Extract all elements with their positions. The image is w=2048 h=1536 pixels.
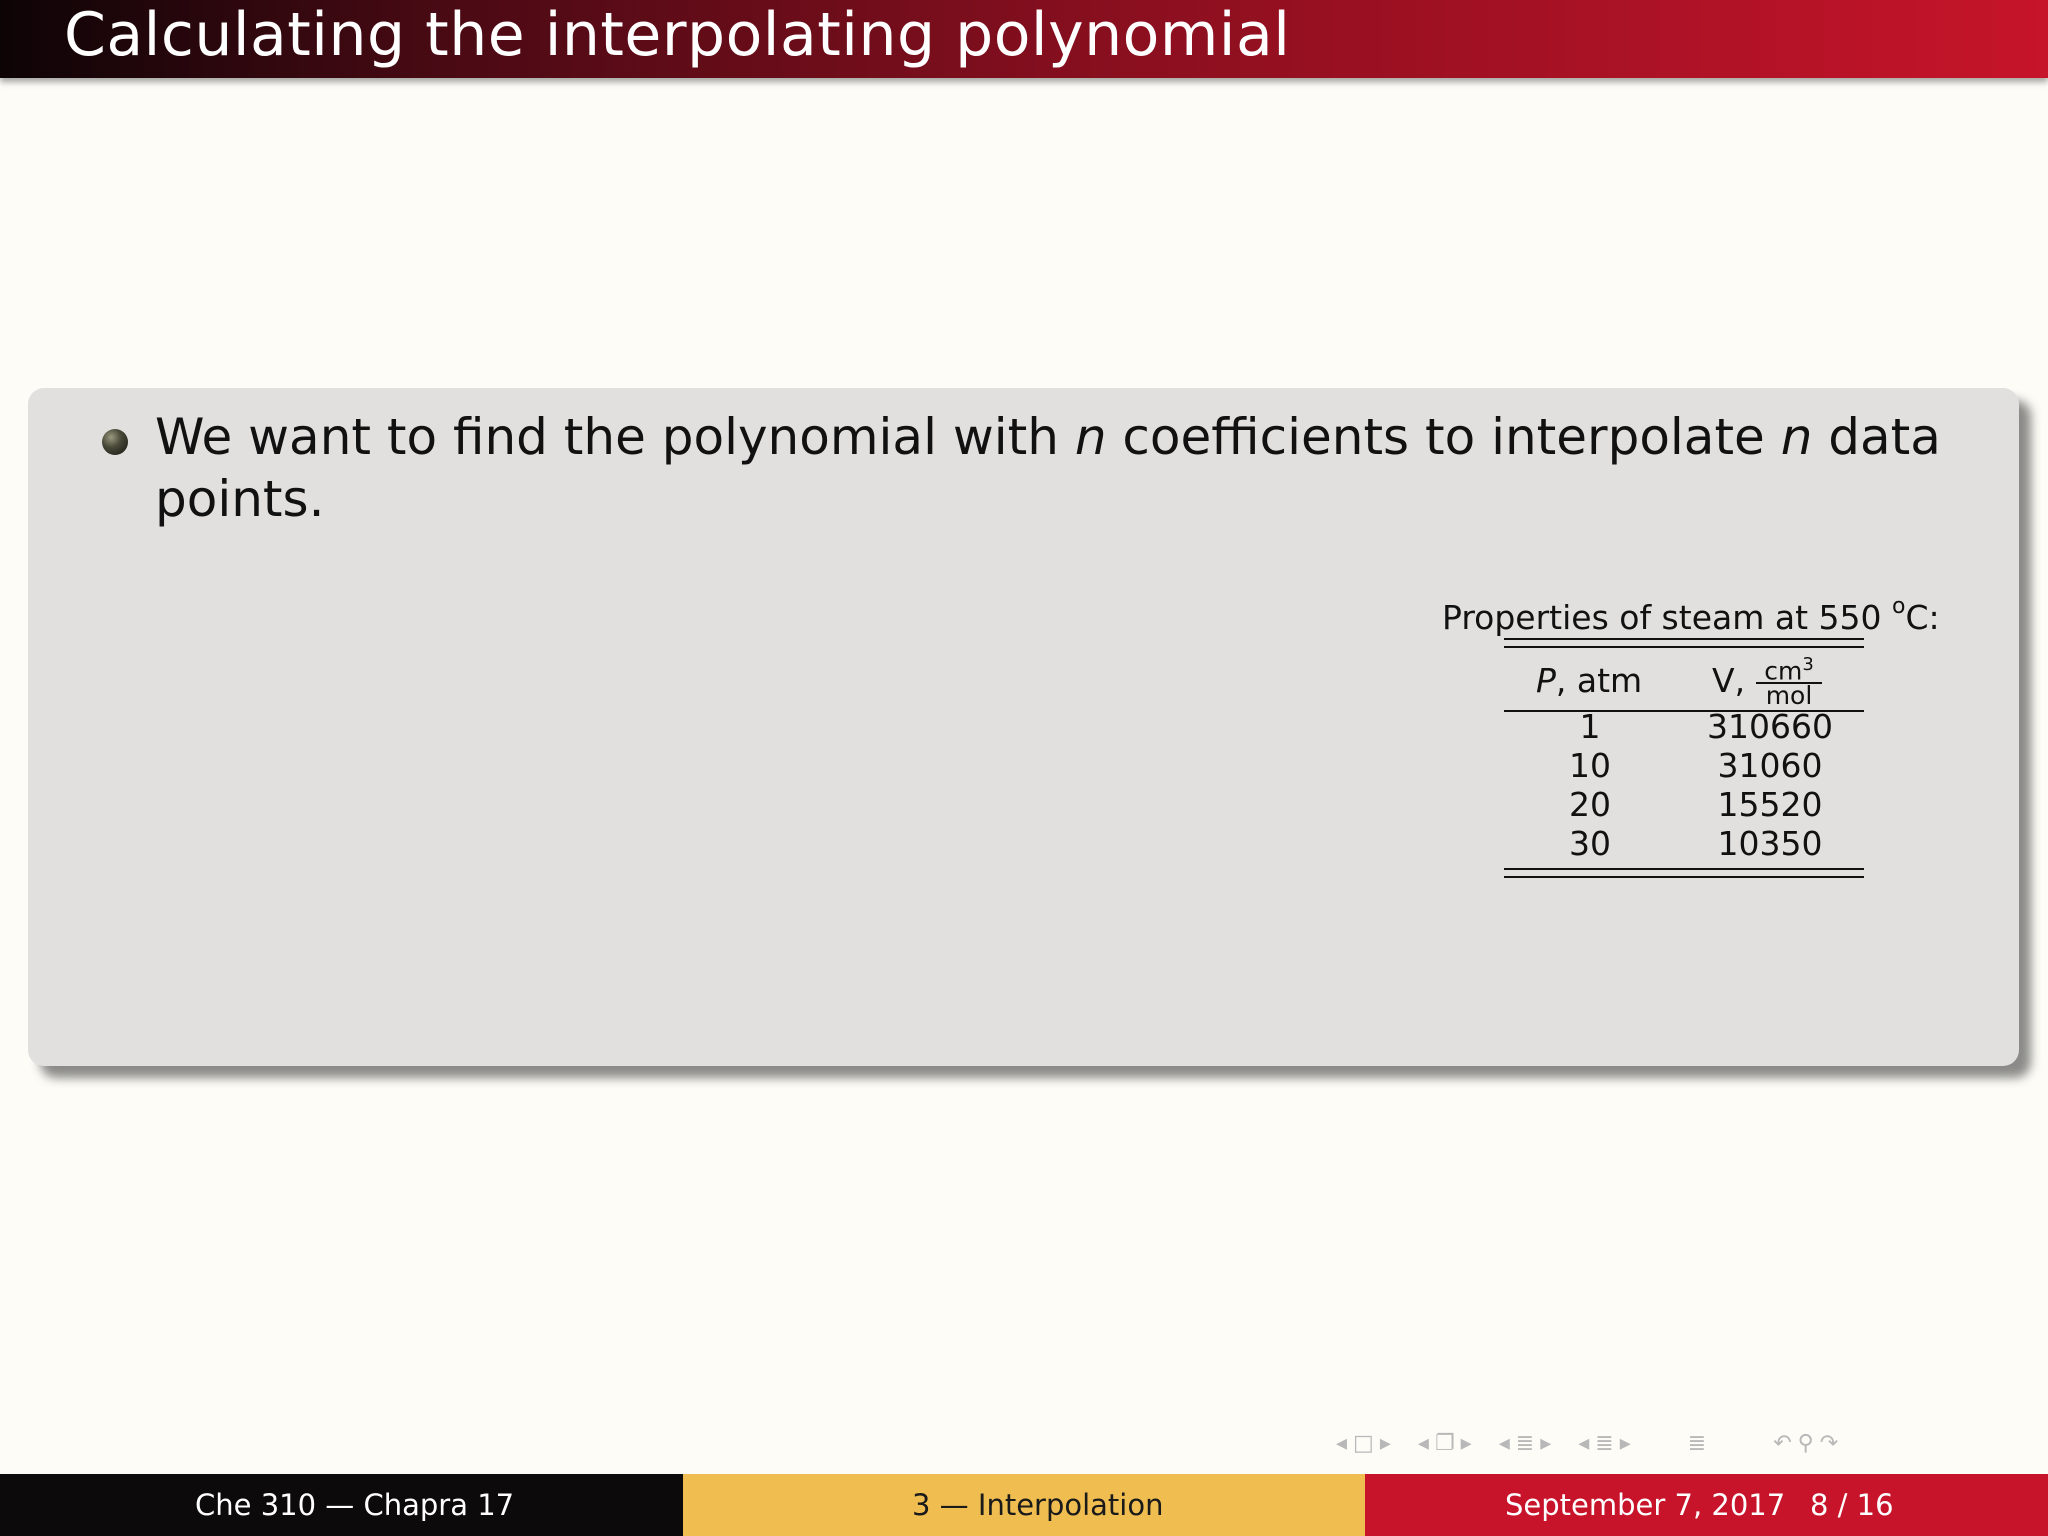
table-cell-volume: 10350 <box>1717 824 1823 863</box>
table-cell-pressure: 30 <box>1569 824 1611 863</box>
table-top-rule <box>1504 646 1864 648</box>
table-cell-pressure: 20 <box>1569 785 1611 824</box>
nav-frame-icon[interactable]: □ <box>1353 1428 1374 1460</box>
navigation-symbols: ◂ □ ▸ ◂ ❐ ▸ ◂ ≣ ▸ ◂ ≣ ▸ ≣ ↶ ⚲ ↷ <box>1336 1428 1844 1460</box>
frame-title: Calculating the interpolating polynomial <box>64 0 1291 70</box>
table-cell-volume: 15520 <box>1717 785 1823 824</box>
nav-next-part-icon[interactable]: ▸ <box>1620 1428 1631 1460</box>
nav-forward-icon[interactable]: ↷ <box>1820 1428 1838 1460</box>
nav-prev-subsection-icon[interactable]: ◂ <box>1418 1428 1429 1460</box>
nav-next-subsection-icon[interactable]: ▸ <box>1461 1428 1472 1460</box>
bullet-ball-icon <box>102 429 128 455</box>
nav-section-icon[interactable]: ≣ <box>1516 1428 1534 1460</box>
footline: Che 310 — Chapra 17 3 — Interpolation Se… <box>0 1474 2048 1536</box>
degree-symbol: o <box>1892 594 1906 619</box>
table-cell-volume: 31060 <box>1717 746 1823 785</box>
volume-unit-fraction: cm3 mol <box>1756 654 1822 708</box>
nav-prev-section-icon[interactable]: ◂ <box>1499 1428 1510 1460</box>
frame-title-bar: Calculating the interpolating polynomial <box>0 0 2048 78</box>
table-bottom-rule <box>1504 868 1864 870</box>
table-cell-pressure: 10 <box>1569 746 1611 785</box>
nav-prev-frame-icon[interactable]: ◂ <box>1336 1428 1347 1460</box>
column-header-volume: V, <box>1712 661 1746 700</box>
table-caption: Properties of steam at 550 oC: <box>1442 594 1940 637</box>
table-cell-volume: 310660 <box>1707 707 1833 746</box>
nav-toc-icon[interactable]: ≣ <box>1688 1428 1706 1460</box>
bullet-text: We want to find the polynomial with n co… <box>155 408 1941 528</box>
nav-part-icon[interactable]: ≣ <box>1595 1428 1613 1460</box>
nav-next-section-icon[interactable]: ▸ <box>1540 1428 1551 1460</box>
nav-back-icon[interactable]: ↶ <box>1773 1428 1791 1460</box>
variable-n: n <box>1074 408 1107 466</box>
table-bottom-rule <box>1504 876 1864 878</box>
table-cell-pressure: 1 <box>1579 707 1601 746</box>
nav-subsection-icon[interactable]: ❐ <box>1435 1428 1455 1460</box>
nav-next-frame-icon[interactable]: ▸ <box>1380 1428 1391 1460</box>
footer-page-number: 8 / 16 <box>1810 1488 1894 1522</box>
nav-prev-part-icon[interactable]: ◂ <box>1578 1428 1589 1460</box>
table-top-rule <box>1504 638 1864 640</box>
footer-date: September 7, 2017 <box>1505 1488 1786 1522</box>
footer-section: 3 — Interpolation <box>912 1488 1164 1522</box>
variable-n: n <box>1780 408 1813 466</box>
column-header-pressure: P, atm <box>1536 661 1643 700</box>
footer-author: Che 310 — Chapra 17 <box>195 1488 515 1522</box>
nav-search-icon[interactable]: ⚲ <box>1798 1428 1814 1460</box>
